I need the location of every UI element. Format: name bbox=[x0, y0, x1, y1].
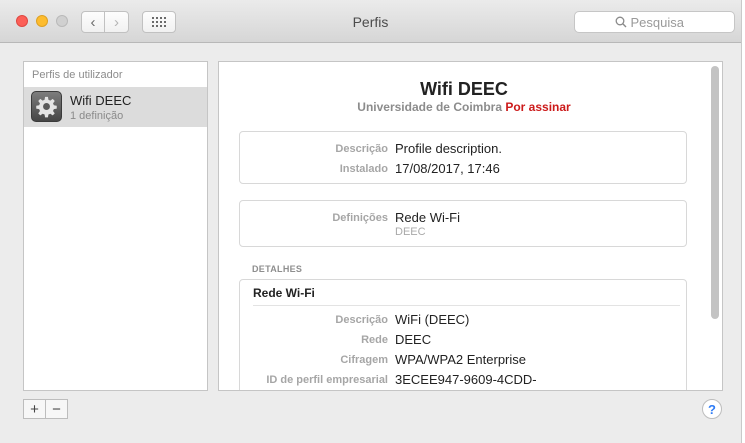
profile-gear-icon bbox=[31, 91, 62, 122]
installed-value: 17/08/2017, 17:46 bbox=[395, 161, 500, 176]
title-bar: ‹ › Perfis bbox=[0, 0, 741, 43]
search-field[interactable] bbox=[574, 11, 735, 33]
search-icon bbox=[615, 16, 626, 28]
remove-profile-button[interactable]: − bbox=[46, 400, 67, 418]
add-profile-button[interactable]: + bbox=[24, 400, 46, 418]
profile-name: Wifi DEEC bbox=[70, 93, 132, 108]
profile-details-panel: Wifi DEEC Universidade de Coimbra Por as… bbox=[218, 61, 723, 391]
settings-sub-value: DEEC bbox=[395, 226, 426, 238]
profiles-list-header: Perfis de utilizador bbox=[32, 69, 123, 81]
wifi-section-title: Rede Wi-Fi bbox=[253, 286, 315, 300]
settings-label: Definições bbox=[332, 212, 388, 224]
network-value: DEEC bbox=[395, 332, 432, 347]
search-input[interactable] bbox=[630, 14, 695, 30]
settings-value: Rede Wi-Fi bbox=[395, 210, 461, 225]
signature-status: Por assinar bbox=[505, 100, 571, 114]
details-section-header: DETALHES bbox=[252, 264, 303, 274]
window: ‹ › Perfis Perfis de utilizador bbox=[0, 0, 742, 443]
organization-label: Universidade de Coimbra bbox=[357, 100, 502, 114]
wifi-description-value: WiFi (DEEC) bbox=[395, 312, 470, 327]
add-remove-control: + − bbox=[23, 399, 68, 419]
help-button[interactable]: ? bbox=[702, 399, 722, 419]
profile-item-wifi-deec[interactable]: Wifi DEEC 1 definição bbox=[24, 87, 207, 127]
profile-info-box: Descrição Profile description. Instalado… bbox=[239, 131, 687, 184]
settings-box: Definições Rede Wi-Fi DEEC bbox=[239, 200, 687, 247]
wifi-description-label: Descrição bbox=[335, 314, 388, 326]
profile-subtitle-line: Universidade de Coimbra Por assinar bbox=[219, 100, 709, 114]
profile-title: Wifi DEEC bbox=[420, 79, 508, 99]
encryption-label: Cifragem bbox=[340, 354, 388, 366]
profile-subtitle: 1 definição bbox=[70, 110, 124, 122]
description-label: Descrição bbox=[335, 143, 388, 155]
enterprise-profile-id-label: ID de perfil empresarial bbox=[266, 374, 388, 386]
installed-label: Instalado bbox=[339, 163, 388, 175]
profiles-list: Perfis de utilizador Wifi DEEC 1 definiç… bbox=[23, 61, 208, 391]
scrollbar[interactable] bbox=[711, 66, 719, 319]
wifi-details-box: Rede Wi-Fi Descrição WiFi (DEEC) Rede DE… bbox=[239, 279, 687, 390]
network-label: Rede bbox=[361, 334, 388, 346]
divider bbox=[253, 305, 680, 306]
description-value: Profile description. bbox=[395, 141, 502, 156]
encryption-value: WPA/WPA2 Enterprise bbox=[395, 352, 526, 367]
enterprise-profile-id-value: 3ECEE947-9609-4CDD- bbox=[395, 372, 537, 387]
